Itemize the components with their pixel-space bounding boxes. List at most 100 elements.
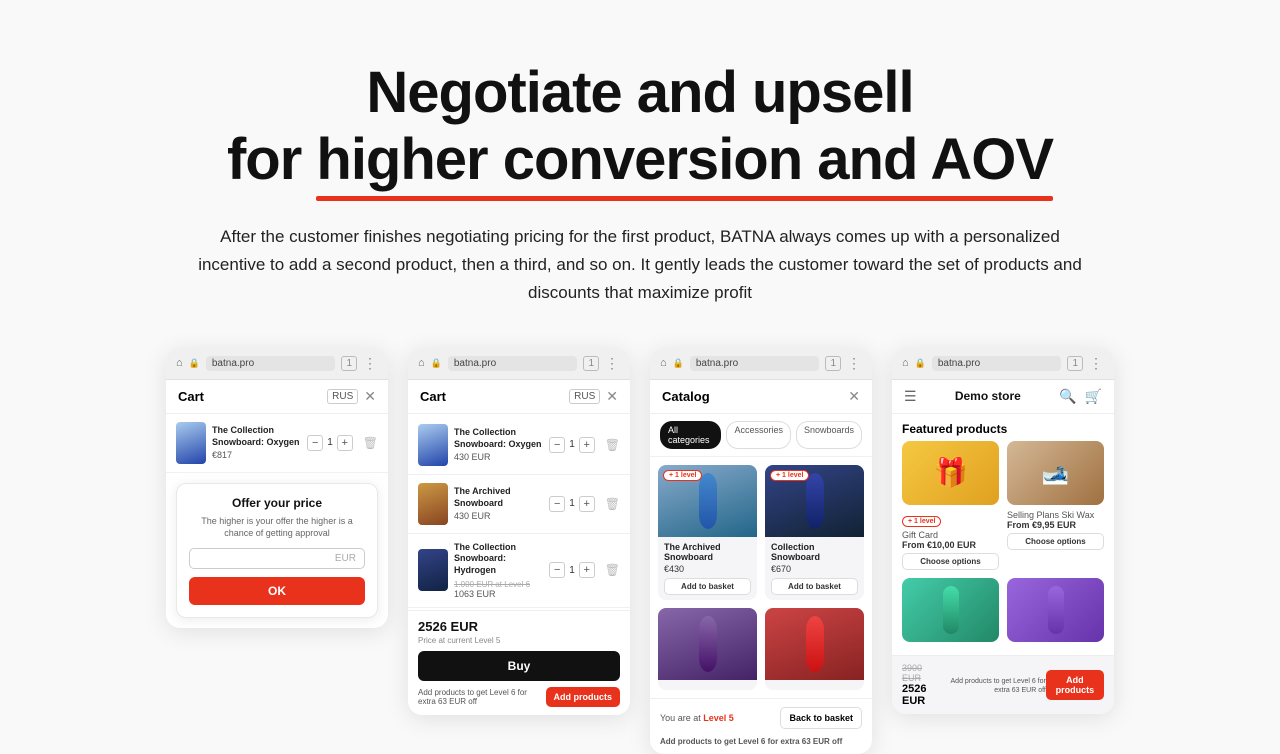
feat-product-from-2: From €9,95 EUR	[1007, 520, 1104, 530]
menu-dots: ⋮	[363, 355, 378, 372]
catalog-product-name-2: Collection Snowboard	[771, 542, 858, 562]
cart-item-2a: The Collection Snowboard: Oxygen 430 EUR…	[408, 416, 630, 475]
qty-dec-2b[interactable]: −	[549, 496, 565, 512]
product-price-1: €817	[212, 450, 301, 460]
catalog-product-name-1: The Archived Snowboard	[664, 542, 751, 562]
catalog-add-btn-1[interactable]: Add to basket	[664, 578, 751, 595]
offer-ok-button[interactable]: OK	[189, 577, 365, 605]
cart-items-list: The Collection Snowboard: Oxygen 430 EUR…	[408, 414, 630, 610]
catalog-add-btn-2[interactable]: Add to basket	[771, 578, 858, 595]
feat-product-3	[902, 578, 999, 647]
trash-icon-1[interactable]: 🗑	[363, 436, 378, 450]
search-icon[interactable]: 🔍	[1059, 388, 1076, 405]
offer-input[interactable]	[198, 553, 335, 564]
cart-header-2: Cart RUS ✕	[408, 380, 630, 414]
filter-accessories[interactable]: Accessories	[726, 421, 791, 449]
qty-increase-1[interactable]: +	[337, 435, 353, 451]
qty-decrease-1[interactable]: −	[307, 435, 323, 451]
tab-icon: 1	[341, 356, 357, 371]
feat-img-1: 🎁	[902, 441, 999, 505]
lock-icon-4: 🔒	[915, 358, 926, 369]
qty-inc-2a[interactable]: +	[579, 437, 595, 453]
cart-item-2c: The Collection Snowboard: Hydrogen 1.000…	[408, 534, 630, 608]
feat-product-1: 🎁 + 1 level Gift Card From €10,00 EUR Ch…	[902, 441, 999, 570]
catalog-product-1: + 1 level The Archived Snowboard €430 Ad…	[658, 465, 757, 600]
browser-bar-1: ⌂ 🔒 batna.pro 1 ⋮	[166, 348, 388, 380]
headline-highlight: higher conversion and AOV	[316, 127, 1053, 194]
qty-2c: − 1 +	[549, 562, 595, 578]
qty-inc-2c[interactable]: +	[579, 562, 595, 578]
cart-title-1: Cart	[178, 389, 204, 404]
menu-dots-4: ⋮	[1089, 355, 1104, 372]
browser-bar-2: ⌂ 🔒 batna.pro 1 ⋮	[408, 348, 630, 380]
featured-products: 🎁 + 1 level Gift Card From €10,00 EUR Ch…	[892, 441, 1114, 655]
lang-selector-1[interactable]: RUS	[327, 389, 358, 404]
catalog-product-3	[658, 608, 757, 690]
cart-icon[interactable]: 🛒	[1085, 388, 1102, 405]
store-header-icons: 🔍 🛒	[1059, 388, 1102, 405]
trash-2b[interactable]: 🗑	[605, 497, 620, 511]
catalog-close[interactable]: ✕	[848, 388, 860, 405]
trash-2a[interactable]: 🗑	[605, 438, 620, 452]
store-add-btn[interactable]: Add products	[1046, 670, 1104, 700]
headline-line2-pre: for	[227, 127, 316, 192]
catalog-title: Catalog	[662, 389, 710, 404]
trash-2c[interactable]: 🗑	[605, 563, 620, 577]
close-btn-2[interactable]: ✕	[606, 388, 618, 405]
cart-header-1: Cart RUS ✕	[166, 380, 388, 414]
featured-title: Featured products	[892, 414, 1114, 441]
filter-snowboards[interactable]: Snowboards	[796, 421, 862, 449]
qty-inc-2b[interactable]: +	[579, 496, 595, 512]
offer-title: Offer your price	[189, 496, 365, 510]
menu-dots-3: ⋮	[847, 355, 862, 372]
catalog-product-2: + 1 level Collection Snowboard €670 Add …	[765, 465, 864, 600]
feat-product-4	[1007, 578, 1104, 647]
url-bar-1: batna.pro	[206, 356, 336, 371]
price-2c: 1.000 EUR at Level 6 1063 EUR	[454, 579, 543, 599]
catalog-filters: All categories Accessories Snowboards	[650, 414, 872, 457]
qty-control-1: − 1 +	[307, 435, 353, 451]
lang-selector-2[interactable]: RUS	[569, 389, 600, 404]
home-icon-4: ⌂	[902, 357, 909, 369]
store-original-price: 3900 EUR	[902, 663, 939, 683]
catalog-product-info-3	[658, 680, 757, 690]
close-btn-1[interactable]: ✕	[364, 388, 376, 405]
cart-item-2b: The Archived Snowboard 430 EUR − 1 + 🗑	[408, 475, 630, 534]
catalog-back-btn[interactable]: Back to basket	[780, 707, 862, 729]
page-wrapper: Negotiate and upsell for higher conversi…	[0, 0, 1280, 754]
catalog-product-img-4	[765, 608, 864, 680]
catalog-product-info-4	[765, 680, 864, 690]
product-name-1: The Collection Snowboard: Oxygen	[212, 425, 301, 448]
buy-button-2[interactable]: Buy	[418, 651, 620, 681]
qty-dec-2a[interactable]: −	[549, 437, 565, 453]
browser-bar-3: ⌂ 🔒 batna.pro 1 ⋮	[650, 348, 872, 380]
qty-dec-2c[interactable]: −	[549, 562, 565, 578]
name-2c: The Collection Snowboard: Hydrogen	[454, 542, 543, 577]
feat-choose-btn-1[interactable]: Choose options	[902, 553, 999, 570]
upsell-btn-2[interactable]: Add products	[546, 687, 621, 707]
catalog-product-info-1: The Archived Snowboard €430 Add to baske…	[658, 537, 757, 600]
info-2a: The Collection Snowboard: Oxygen 430 EUR	[454, 427, 543, 462]
feat-product-from-1: From €10,00 EUR	[902, 540, 999, 550]
feat-choose-btn-2[interactable]: Choose options	[1007, 533, 1104, 550]
filter-all[interactable]: All categories	[660, 421, 721, 449]
feat-img-3	[902, 578, 999, 642]
cart-right-1: RUS ✕	[327, 388, 376, 405]
product-image-1	[176, 422, 206, 464]
price-2a: 430 EUR	[454, 452, 543, 462]
screenshots-row: ⌂ 🔒 batna.pro 1 ⋮ Cart RUS ✕ The Collect…	[80, 348, 1200, 754]
catalog-header: Catalog ✕	[650, 380, 872, 414]
tab-icon-3: 1	[825, 356, 841, 371]
store-title: Demo store	[955, 389, 1021, 403]
catalog-products: + 1 level The Archived Snowboard €430 Ad…	[650, 457, 872, 698]
feat-level-badge-1: + 1 level	[902, 516, 941, 527]
store-upsell-text: Add products to get Level 6 for extra 63…	[939, 676, 1046, 694]
level-badge-1: + 1 level	[663, 470, 702, 481]
info-2c: The Collection Snowboard: Hydrogen 1.000…	[454, 542, 543, 599]
tab-icon-4: 1	[1067, 356, 1083, 371]
product-img-2c	[418, 549, 448, 591]
store-bottom-info: 3900 EUR 2526 EUR	[902, 663, 939, 707]
hamburger-icon[interactable]: ☰	[904, 388, 917, 405]
cart-upsell-row-2: Add products to get Level 6 for extra 63…	[418, 687, 620, 707]
browser-bar-4: ⌂ 🔒 batna.pro 1 ⋮	[892, 348, 1114, 380]
